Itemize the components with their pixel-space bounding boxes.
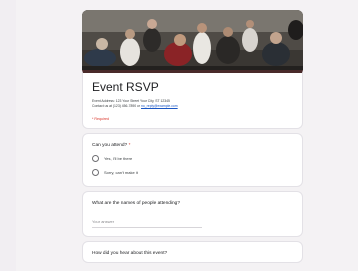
radio-option-yes[interactable]: Yes, I'll be there [92,155,293,162]
radio-button[interactable] [92,169,99,176]
question-text: Can you attend? [92,143,128,148]
option-label: Yes, I'll be there [104,156,133,161]
header-banner-image [82,10,303,70]
contact-prefix: Contact us at (123) 456-7890 or [92,104,142,108]
contact-line: Contact us at (123) 456-7890 or no_reply… [92,104,293,109]
question-card-attend: Can you attend? * Yes, I'll be there Sor… [82,133,303,187]
form-header-card: Event RSVP Event Address: 123 Your Stree… [82,70,303,129]
question-card-names: What are the names of people attending? … [82,191,303,237]
question-card-hear: How did you hear about this event? [82,241,303,263]
question-text: What are the names of people attending? [92,201,181,206]
question-text: How did you hear about this event? [92,251,168,256]
option-label: Sorry, can't make it [104,170,138,175]
radio-option-no[interactable]: Sorry, can't make it [92,169,293,176]
form-column: Event RSVP Event Address: 123 Your Stree… [82,10,303,263]
form-title: Event RSVP [92,80,159,94]
required-asterisk: * [128,143,131,148]
question-label: Can you attend? * [92,143,293,148]
contact-email-link[interactable]: no_reply@example.com [141,104,178,108]
short-answer-input[interactable]: Your answer [92,219,202,228]
left-pane [0,0,16,271]
required-note: * Required [92,117,109,121]
radio-button[interactable] [92,155,99,162]
